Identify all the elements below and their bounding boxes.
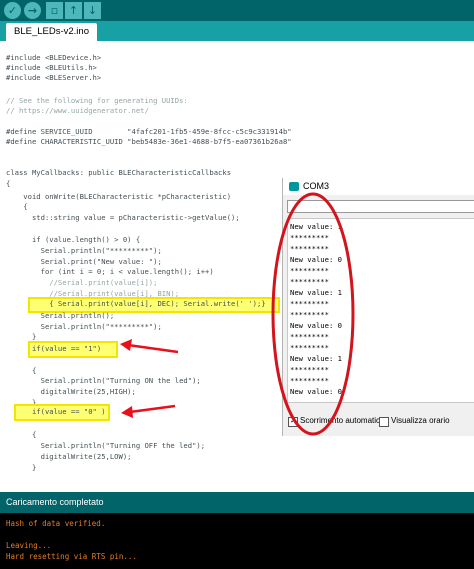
console-line: Hash of data verified. (6, 519, 106, 528)
status-bar: Caricamento completato (0, 492, 474, 513)
annotation-overlay (120, 192, 355, 436)
arrow-to-if-zero (121, 404, 176, 418)
output-console: Hash of data verified. Leaving... Hard r… (0, 513, 474, 569)
annotation-ellipse (271, 192, 355, 436)
console-line: Leaving... (6, 541, 52, 550)
arrow-to-if-one (120, 339, 179, 354)
console-line: Hard resetting via RTS pin... (6, 552, 137, 561)
